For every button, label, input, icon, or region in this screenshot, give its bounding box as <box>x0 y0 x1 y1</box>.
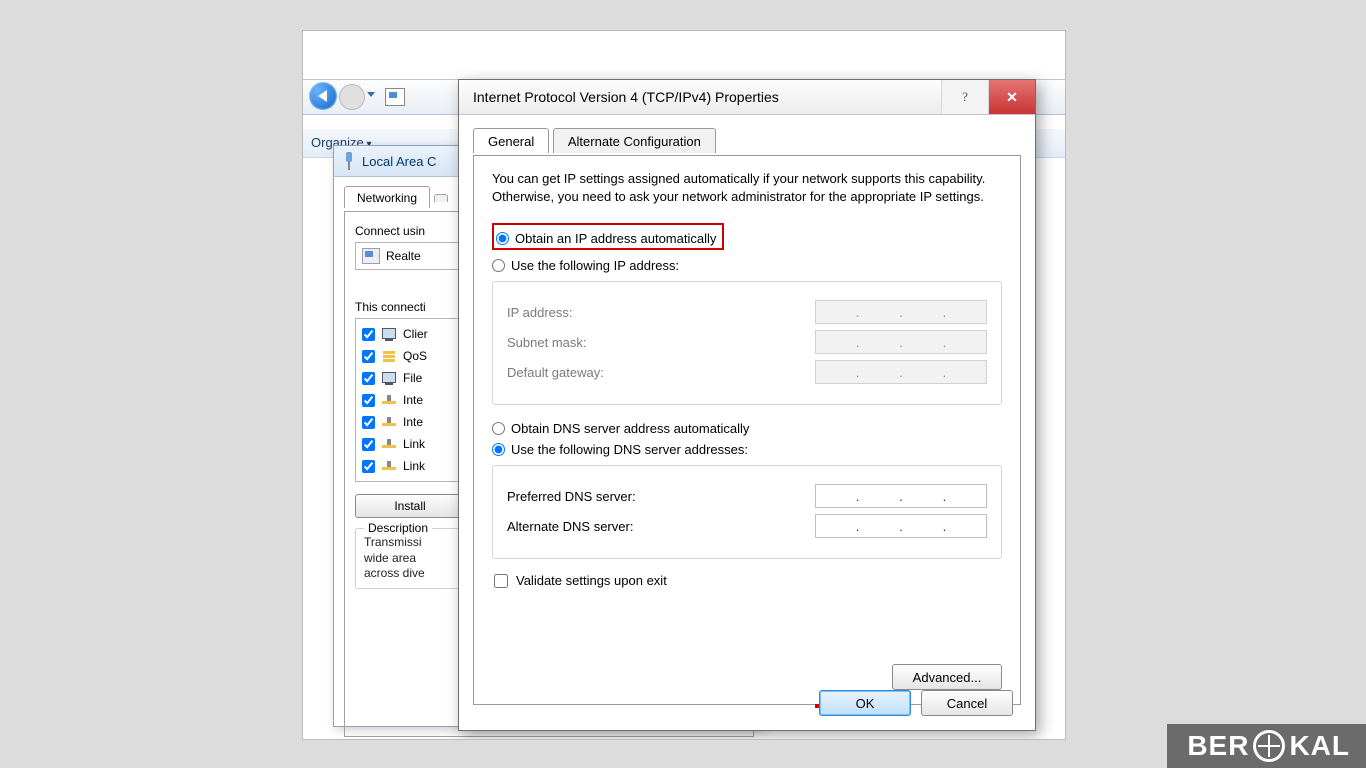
radio-obtain-ip-label: Obtain an IP address automatically <box>515 231 716 246</box>
field-ip: IP address: ... <box>507 300 987 324</box>
radio-use-ip-input[interactable] <box>492 259 505 272</box>
tab-general[interactable]: General <box>473 128 549 153</box>
nav-history-dropdown-icon[interactable] <box>367 92 375 97</box>
label-mask: Subnet mask: <box>507 335 587 350</box>
label-adns: Alternate DNS server: <box>507 519 633 534</box>
input-gw: ... <box>815 360 987 384</box>
tab-alternate[interactable]: Alternate Configuration <box>553 128 716 153</box>
help-icon: ? <box>962 89 968 105</box>
input-pdns[interactable]: ... <box>815 484 987 508</box>
watermark-globe-icon <box>1253 730 1285 762</box>
list-item-checkbox[interactable] <box>362 350 375 363</box>
tab-networking[interactable]: Networking <box>344 186 430 208</box>
list-item-checkbox[interactable] <box>362 438 375 451</box>
label-gw: Default gateway: <box>507 365 604 380</box>
radio-use-ip-label: Use the following IP address: <box>511 258 679 273</box>
list-item-checkbox[interactable] <box>362 372 375 385</box>
ipv4-title: Internet Protocol Version 4 (TCP/IPv4) P… <box>473 89 779 105</box>
advanced-button[interactable]: Advanced... <box>892 664 1002 690</box>
field-pdns: Preferred DNS server: ... <box>507 484 987 508</box>
label-pdns: Preferred DNS server: <box>507 489 636 504</box>
list-item-label: Clier <box>403 327 428 341</box>
link-icon <box>381 437 397 451</box>
radio-obtain-dns-label: Obtain DNS server address automatically <box>511 421 749 436</box>
validate-checkbox[interactable] <box>494 574 508 588</box>
ok-button[interactable]: OK <box>819 690 911 716</box>
pc-icon <box>381 327 397 341</box>
list-item-checkbox[interactable] <box>362 416 375 429</box>
field-adns: Alternate DNS server: ... <box>507 514 987 538</box>
radio-obtain-dns-input[interactable] <box>492 422 505 435</box>
ipv4-titlebar: Internet Protocol Version 4 (TCP/IPv4) P… <box>459 80 1035 115</box>
radio-use-dns-input[interactable] <box>492 443 505 456</box>
watermark: BER KAL <box>1167 724 1366 768</box>
dns-fields-group: Preferred DNS server: ... Alternate DNS … <box>492 465 1002 559</box>
list-item-label: Link <box>403 459 425 473</box>
intro-text: You can get IP settings assigned automat… <box>492 170 1002 205</box>
cancel-button[interactable]: Cancel <box>921 690 1013 716</box>
list-item-label: Inte <box>403 393 423 407</box>
radio-obtain-ip-input[interactable] <box>496 232 509 245</box>
stack-icon <box>381 349 397 363</box>
titlebar-buttons: ? ✕ <box>941 80 1035 114</box>
list-item-label: Inte <box>403 415 423 429</box>
field-gw: Default gateway: ... <box>507 360 987 384</box>
nav-back-button[interactable] <box>309 82 337 110</box>
input-adns[interactable]: ... <box>815 514 987 538</box>
network-adapter-icon <box>385 88 405 106</box>
local-area-title: Local Area C <box>362 154 436 169</box>
list-item-label: QoS <box>403 349 427 363</box>
close-icon: ✕ <box>1006 89 1018 106</box>
radio-use-ip[interactable]: Use the following IP address: <box>492 258 1002 273</box>
link-icon <box>381 393 397 407</box>
nic-device-icon <box>362 248 380 264</box>
pc-icon <box>381 371 397 385</box>
help-button[interactable]: ? <box>941 80 988 114</box>
link-icon <box>381 415 397 429</box>
list-item-label: File <box>403 371 422 385</box>
highlight-annotation: Obtain an IP address automatically <box>492 223 724 250</box>
input-ip: ... <box>815 300 987 324</box>
radio-obtain-ip[interactable]: Obtain an IP address automatically <box>496 231 716 246</box>
ipv4-panel: You can get IP settings assigned automat… <box>473 155 1021 705</box>
radio-use-dns-label: Use the following DNS server addresses: <box>511 442 748 457</box>
close-button[interactable]: ✕ <box>988 80 1035 114</box>
link-icon <box>381 459 397 473</box>
list-item-label: Link <box>403 437 425 451</box>
watermark-pre: BER <box>1187 730 1249 762</box>
input-mask: ... <box>815 330 987 354</box>
validate-label: Validate settings upon exit <box>516 573 667 588</box>
list-item-checkbox[interactable] <box>362 328 375 341</box>
label-ip: IP address: <box>507 305 573 320</box>
device-name: Realte <box>386 249 421 263</box>
nav-forward-button[interactable] <box>339 84 365 110</box>
install-button[interactable]: Install <box>355 494 465 518</box>
ipv4-tabstrip: General Alternate Configuration <box>473 127 1035 155</box>
ethernet-cable-icon <box>342 152 356 170</box>
watermark-post: KAL <box>1289 730 1350 762</box>
radio-obtain-dns[interactable]: Obtain DNS server address automatically <box>492 421 1002 436</box>
field-mask: Subnet mask: ... <box>507 330 987 354</box>
ip-fields-group: IP address: ... Subnet mask: ... Default… <box>492 281 1002 405</box>
radio-use-dns[interactable]: Use the following DNS server addresses: <box>492 442 1002 457</box>
tab-cutoff[interactable] <box>434 194 448 202</box>
list-item-checkbox[interactable] <box>362 460 375 473</box>
screenshot-canvas: Conn Organize Local Area C Networking Co… <box>302 30 1066 740</box>
validate-checkbox-row[interactable]: Validate settings upon exit <box>492 573 1002 588</box>
dialog-buttons: OK Cancel <box>819 690 1013 716</box>
list-item-checkbox[interactable] <box>362 394 375 407</box>
description-legend: Description <box>364 521 432 535</box>
ipv4-properties-window: Internet Protocol Version 4 (TCP/IPv4) P… <box>458 79 1036 731</box>
